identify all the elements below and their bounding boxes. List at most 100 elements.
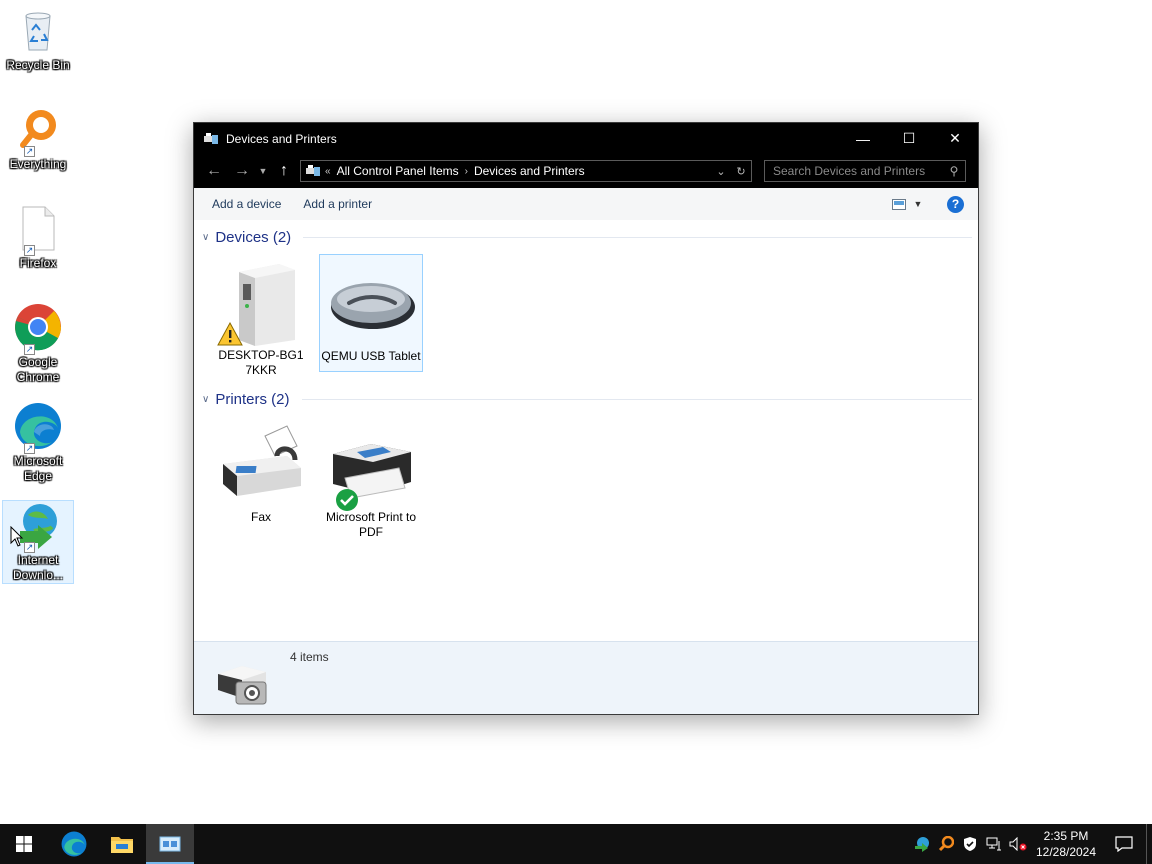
- item-count: 4 items: [290, 650, 329, 664]
- chevron-down-icon: ∨: [202, 393, 210, 405]
- tray-security-icon[interactable]: [958, 824, 982, 864]
- minimize-button[interactable]: —: [840, 123, 886, 154]
- shortcut-arrow-icon: ↗: [24, 146, 35, 157]
- group-label: Printers (2): [215, 390, 290, 408]
- breadcrumb-all-control-panel-items[interactable]: All Control Panel Items: [337, 164, 459, 178]
- desktop-icon-microsoft-edge[interactable]: ↗ Microsoft Edge: [2, 402, 74, 484]
- chevron-down-icon: ⌄: [716, 165, 726, 178]
- shortcut-arrow-icon: ↗: [24, 344, 35, 355]
- clock-time: 2:35 PM: [1043, 829, 1089, 843]
- blank-file-icon: ↗: [14, 204, 62, 256]
- add-device-button[interactable]: Add a device: [204, 193, 289, 215]
- volume-muted-icon: [1009, 837, 1027, 851]
- edge-icon: [61, 831, 87, 857]
- clock[interactable]: 2:35 PM 12/28/2024: [1030, 828, 1102, 860]
- desktop-icon-label: Microsoft Edge: [13, 454, 63, 483]
- taskbar-file-explorer[interactable]: [98, 824, 146, 864]
- folder-icon: [111, 837, 133, 853]
- command-bar: Add a device Add a printer ▼ ?: [194, 188, 978, 220]
- search-box[interactable]: ⚲: [764, 160, 966, 182]
- printer-item-microsoft-print-to-pdf[interactable]: Microsoft Print to PDF: [319, 416, 423, 540]
- warning-icon: [217, 322, 243, 346]
- arrow-up-icon: ↑: [280, 162, 288, 179]
- default-check-icon: [336, 489, 358, 511]
- start-button[interactable]: [0, 824, 48, 864]
- device-item-desktop[interactable]: DESKTOP-BG17KKR: [209, 254, 313, 378]
- search-icon[interactable]: ⚲: [943, 164, 965, 178]
- maximize-icon: ☐: [902, 130, 916, 146]
- breadcrumb-devices-and-printers[interactable]: Devices and Printers: [474, 164, 585, 178]
- change-view-button[interactable]: ▼: [887, 198, 927, 210]
- clock-date: 12/28/2024: [1035, 845, 1097, 859]
- taskbar-edge[interactable]: [50, 824, 98, 864]
- desktop-icon-firefox[interactable]: ↗ Firefox: [2, 204, 74, 271]
- shortcut-arrow-icon: ↗: [24, 443, 35, 454]
- devices-printers-icon: [218, 666, 267, 705]
- search-input[interactable]: [773, 164, 943, 178]
- control-panel-icon: [306, 165, 320, 176]
- recent-locations-button[interactable]: ▼: [256, 159, 270, 183]
- address-bar[interactable]: « All Control Panel Items › Devices and …: [300, 160, 752, 182]
- desktop-icon-label: Firefox: [19, 256, 57, 270]
- device-label: DESKTOP-BG17KKR: [218, 348, 304, 377]
- desktop-icon-label: Internet Downlo...: [12, 553, 64, 582]
- group-divider: [303, 236, 972, 238]
- close-button[interactable]: ✕: [932, 123, 978, 154]
- windows-logo-icon: [16, 836, 32, 852]
- taskbar-devices-and-printers[interactable]: [146, 824, 194, 864]
- mouse-cursor-icon: [10, 526, 24, 547]
- device-item-qemu-usb-tablet[interactable]: QEMU USB Tablet: [319, 254, 423, 372]
- tray-network-icon[interactable]: [982, 824, 1006, 864]
- tray-idm-icon[interactable]: [910, 824, 934, 864]
- group-label: Devices (2): [215, 228, 292, 246]
- desktop-icon-label: Google Chrome: [16, 355, 60, 384]
- desktop-icon-everything[interactable]: ↗ Everything: [2, 105, 74, 172]
- minimize-icon: —: [856, 130, 870, 147]
- shield-icon: [964, 837, 976, 851]
- overflow-chevron[interactable]: «: [325, 166, 331, 177]
- breadcrumb-separator[interactable]: ›: [465, 166, 468, 177]
- group-divider: [301, 398, 972, 400]
- refresh-button[interactable]: ↻: [731, 165, 751, 178]
- refresh-icon: ↻: [736, 165, 746, 178]
- computer-tower-icon: [217, 258, 305, 346]
- chevron-down-icon: ▼: [258, 166, 268, 176]
- devices-and-printers-window[interactable]: Devices and Printers — ☐ ✕ ← → ▼ ↑ « All…: [193, 122, 979, 715]
- notification-icon: [1115, 836, 1133, 852]
- desktop-icon-google-chrome[interactable]: ↗ Google Chrome: [2, 303, 74, 385]
- group-header-printers[interactable]: ∨ Printers (2): [202, 389, 972, 409]
- printer-label: Microsoft Print to PDF: [325, 510, 417, 539]
- maximize-button[interactable]: ☐: [886, 123, 932, 154]
- back-button[interactable]: ←: [200, 159, 228, 183]
- arrow-right-icon: →: [234, 162, 250, 179]
- title-bar[interactable]: Devices and Printers — ☐ ✕: [194, 123, 978, 154]
- forward-button[interactable]: →: [228, 159, 256, 183]
- window-title: Devices and Printers: [226, 131, 337, 146]
- up-button[interactable]: ↑: [270, 159, 298, 183]
- help-button[interactable]: ?: [947, 195, 964, 213]
- action-center-button[interactable]: [1102, 836, 1146, 852]
- device-label: QEMU USB Tablet: [321, 349, 421, 363]
- address-dropdown-button[interactable]: ⌄: [711, 165, 731, 178]
- tray-volume-icon[interactable]: [1006, 824, 1030, 864]
- group-header-devices[interactable]: ∨ Devices (2): [202, 227, 972, 247]
- show-desktop-button[interactable]: [1146, 824, 1152, 864]
- desktop-icon-recycle-bin[interactable]: Recycle Bin: [2, 6, 74, 73]
- shortcut-arrow-icon: ↗: [24, 245, 35, 256]
- edge-icon: ↗: [14, 402, 62, 454]
- add-printer-button[interactable]: Add a printer: [295, 193, 380, 215]
- system-tray: 2:35 PM 12/28/2024: [910, 824, 1152, 864]
- navigation-bar: ← → ▼ ↑ « All Control Panel Items › Devi…: [194, 154, 978, 188]
- chrome-icon: ↗: [14, 303, 62, 355]
- printer-icon: [327, 420, 415, 511]
- everything-search-icon: [938, 836, 954, 852]
- device-list: ∨ Devices (2) DESKTOP-BG17KKR QEMU USB T…: [194, 220, 978, 642]
- recycle-bin-icon: [14, 6, 62, 54]
- tray-everything-icon[interactable]: [934, 824, 958, 864]
- devices-printers-icon: [159, 836, 181, 852]
- everything-search-icon: ↗: [14, 105, 62, 157]
- chevron-down-icon: ∨: [202, 231, 210, 243]
- printer-item-fax[interactable]: Fax: [209, 416, 313, 525]
- devices-printers-icon: [204, 132, 218, 144]
- view-icon: [891, 198, 906, 210]
